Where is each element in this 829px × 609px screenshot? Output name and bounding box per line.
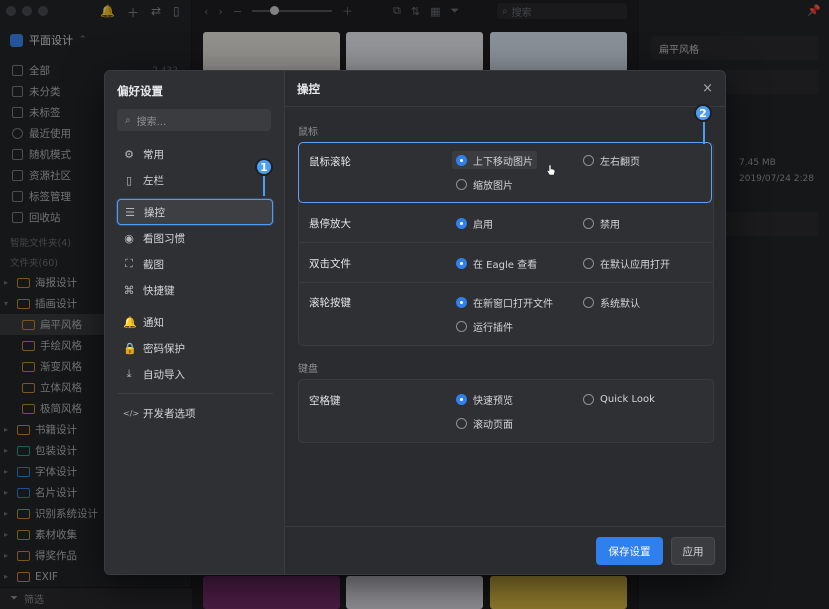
- radio-selected[interactable]: [456, 217, 467, 229]
- mouse-cursor-icon: [546, 164, 556, 176]
- callout-2-badge: 2: [694, 104, 712, 122]
- wheel-button-row: 滚轮按键 在新窗口打开文件 系统默认 运行插件: [299, 283, 713, 345]
- radio[interactable]: [583, 296, 594, 308]
- dblclick-option-default-app[interactable]: 在默认应用打开: [579, 254, 674, 272]
- hover-zoom-label: 悬停放大: [309, 218, 351, 230]
- space-option-scroll[interactable]: 滚动页面: [452, 414, 517, 432]
- menu-general[interactable]: ⚙ 常用: [117, 141, 273, 167]
- keyboard-settings-group: 空格键 快速预览 Quick Look 滚动页面: [298, 379, 714, 443]
- panel-title: 操控: [285, 71, 725, 107]
- double-click-row: 双击文件 在 Eagle 查看 在默认应用打开: [299, 243, 713, 283]
- double-click-label: 双击文件: [309, 258, 351, 270]
- close-icon[interactable]: ×: [702, 81, 713, 96]
- radio-selected[interactable]: [456, 257, 467, 269]
- apply-button[interactable]: 应用: [671, 537, 715, 565]
- lock-icon: 🔒: [123, 341, 137, 355]
- menu-shortcuts[interactable]: ⌘ 快捷键: [117, 277, 273, 303]
- keyboard-section-label: 键盘: [298, 364, 318, 375]
- space-key-label: 空格键: [309, 395, 341, 407]
- space-option-preview[interactable]: 快速预览: [452, 390, 517, 408]
- wheel-option-plugin[interactable]: 运行插件: [452, 317, 517, 335]
- preferences-sidebar: 偏好设置 ⌕ 搜索... ⚙ 常用 ▯ 左栏 ☰ 操控 ◉ 看图习惯 ⛶ 截图 ⌘ 快捷键 …: [105, 71, 285, 574]
- radio[interactable]: [583, 217, 594, 229]
- menu-screenshot[interactable]: ⛶ 截图: [117, 251, 273, 277]
- bell-icon: 🔔: [123, 315, 137, 329]
- command-icon: ⌘: [123, 283, 135, 297]
- menu-developer[interactable]: </> 开发者选项: [117, 400, 273, 426]
- space-option-quicklook[interactable]: Quick Look: [579, 390, 659, 408]
- sliders-icon: ☰: [125, 205, 135, 219]
- space-key-row: 空格键 快速预览 Quick Look 滚动页面: [299, 380, 713, 442]
- hover-zoom-row: 悬停放大 启用 禁用: [299, 203, 713, 243]
- screenshot-icon: ⛶: [125, 257, 133, 270]
- preferences-search-input[interactable]: ⌕ 搜索...: [117, 109, 271, 131]
- menu-auto-import[interactable]: ⤓ 自动导入: [117, 361, 273, 387]
- gear-icon: ⚙: [124, 147, 134, 161]
- dblclick-option-eagle[interactable]: 在 Eagle 查看: [452, 254, 541, 272]
- sidebar-icon: ▯: [125, 173, 133, 187]
- menu-viewing[interactable]: ◉ 看图习惯: [117, 225, 273, 251]
- radio-selected[interactable]: [456, 296, 467, 308]
- mouse-section-label: 鼠标: [298, 127, 318, 138]
- scroll-wheel-highlight: [298, 142, 712, 203]
- hover-option-enable[interactable]: 启用: [452, 214, 497, 232]
- save-settings-button[interactable]: 保存设置: [596, 537, 663, 565]
- wheel-button-label: 滚轮按键: [309, 297, 351, 309]
- menu-notifications[interactable]: 🔔 通知: [117, 309, 273, 335]
- radio[interactable]: [456, 320, 467, 332]
- wheel-option-new-window[interactable]: 在新窗口打开文件: [452, 293, 557, 311]
- code-icon: </>: [123, 408, 140, 418]
- hover-option-disable[interactable]: 禁用: [579, 214, 624, 232]
- search-icon: ⌕: [125, 114, 131, 126]
- dialog-footer: 保存设置 应用: [285, 526, 725, 574]
- wheel-option-system[interactable]: 系统默认: [579, 293, 644, 311]
- radio[interactable]: [456, 417, 467, 429]
- menu-sidebar[interactable]: ▯ 左栏: [117, 167, 273, 193]
- menu-controls[interactable]: ☰ 操控: [117, 199, 273, 225]
- radio[interactable]: [583, 257, 594, 269]
- radio-selected[interactable]: [456, 393, 467, 405]
- download-icon: ⤓: [126, 367, 132, 380]
- radio[interactable]: [583, 393, 594, 405]
- preferences-title: 偏好设置: [117, 84, 163, 98]
- callout-1-badge: 1: [255, 158, 273, 176]
- eye-icon: ◉: [124, 231, 134, 245]
- menu-password[interactable]: 🔒 密码保护: [117, 335, 273, 361]
- menu-divider: [117, 393, 273, 394]
- preferences-menu: ⚙ 常用 ▯ 左栏 ☰ 操控 ◉ 看图习惯 ⛶ 截图 ⌘ 快捷键 🔔 通知 🔒 密码保护 ⤓ 自动…: [117, 141, 273, 426]
- callout-2-line: [703, 120, 705, 144]
- callout-1-line: [263, 176, 265, 196]
